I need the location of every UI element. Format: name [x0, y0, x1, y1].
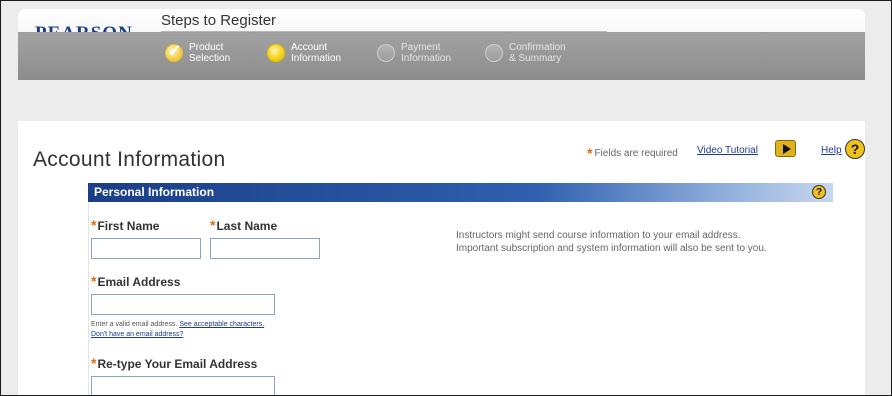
- step-progress-bar: Product Selection Account Information Pa…: [18, 32, 865, 81]
- first-name-label: *First Name: [91, 217, 160, 233]
- required-star-icon: *: [587, 145, 593, 161]
- help-question-icon[interactable]: ?: [845, 139, 865, 159]
- retype-email-input[interactable]: [91, 376, 275, 395]
- personal-information-header: Personal Information ?: [88, 183, 833, 202]
- panel-help-icon[interactable]: ?: [812, 185, 826, 199]
- first-name-input[interactable]: [91, 238, 201, 259]
- email-address-label: *Email Address: [91, 273, 181, 289]
- step-label: Account Information: [291, 42, 342, 64]
- email-hint: Enter a valid email address. See accepta…: [91, 321, 265, 328]
- app-window: PEARSON Steps to Register Product Select…: [0, 0, 892, 396]
- no-email-link[interactable]: Don't have an email address?: [91, 331, 183, 338]
- step-label: Product Selection: [189, 42, 231, 64]
- step-confirmation-summary: Confirmation & Summary: [485, 42, 566, 64]
- step-current-icon: [267, 44, 285, 62]
- email-info-text: Instructors might send course informatio…: [456, 230, 767, 254]
- step-payment-information: Payment Information: [377, 42, 451, 64]
- personal-information-form: *First Name *Last Name *Email Address En…: [88, 202, 834, 395]
- play-icon[interactable]: [775, 140, 796, 157]
- last-name-input[interactable]: [210, 238, 320, 259]
- header-spacer: [18, 80, 865, 120]
- step-pending-icon: [377, 44, 395, 62]
- step-pending-icon: [485, 44, 503, 62]
- required-note-text: Fields are required: [594, 147, 678, 159]
- help-link[interactable]: Help: [821, 145, 842, 156]
- retype-email-label: *Re-type Your Email Address: [91, 355, 258, 371]
- steps-title: Steps to Register: [161, 12, 277, 29]
- acceptable-characters-link[interactable]: See acceptable characters.: [179, 321, 264, 328]
- step-label: Confirmation & Summary: [509, 42, 566, 64]
- main-content: Account Information * Fields are require…: [18, 121, 865, 395]
- page-title: Account Information: [33, 148, 226, 171]
- email-address-input[interactable]: [91, 294, 275, 315]
- required-star-icon: *: [91, 273, 97, 289]
- required-star-icon: *: [91, 355, 97, 371]
- required-star-icon: *: [210, 217, 216, 233]
- last-name-label: *Last Name: [210, 217, 278, 233]
- step-product-selection: Product Selection: [165, 41, 231, 64]
- step-label: Payment Information: [401, 42, 452, 64]
- required-note: * Fields are required: [587, 145, 678, 161]
- required-star-icon: *: [91, 217, 97, 233]
- step-account-information: Account Information: [267, 42, 341, 64]
- video-tutorial-link[interactable]: Video Tutorial: [697, 145, 758, 156]
- panel-title: Personal Information: [94, 185, 215, 199]
- step-complete-icon: [165, 41, 183, 62]
